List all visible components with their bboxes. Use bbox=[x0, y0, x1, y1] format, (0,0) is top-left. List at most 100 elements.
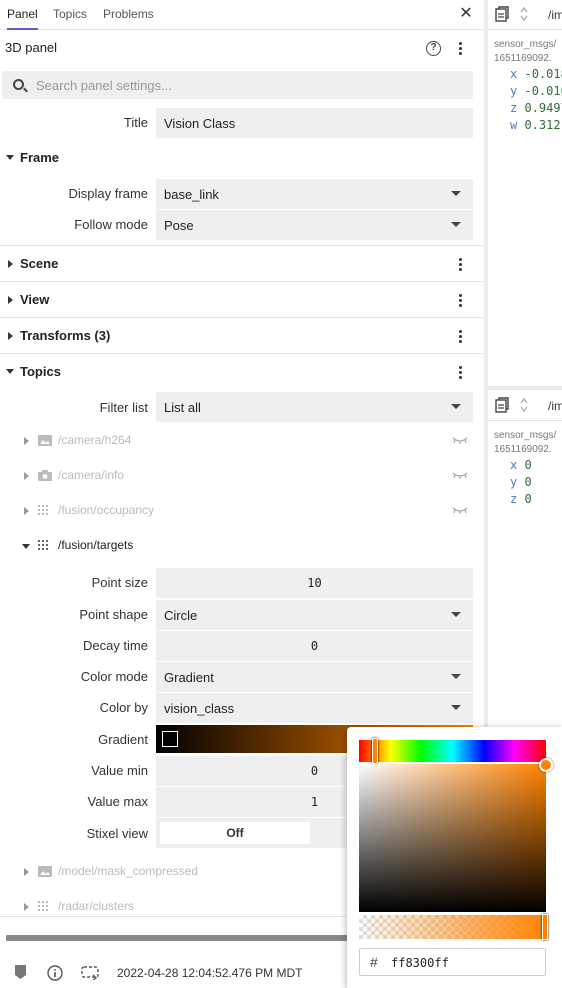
close-icon[interactable]: ✕ bbox=[457, 5, 475, 23]
eye-closed-icon[interactable] bbox=[452, 505, 468, 515]
eye-closed-icon[interactable] bbox=[452, 435, 468, 445]
tab-topics[interactable]: Topics bbox=[53, 0, 87, 30]
sidebar-tabs: Panel Topics Problems ✕ bbox=[0, 0, 484, 30]
filter-list-label: Filter list bbox=[99, 400, 148, 415]
topic-row[interactable]: /camera/info bbox=[0, 461, 484, 491]
message-type: sensor_msgs/ bbox=[494, 39, 557, 50]
tab-problems[interactable]: Problems bbox=[103, 0, 154, 30]
color-by-value: vision_class bbox=[164, 701, 235, 716]
message-type: sensor_msgs/ bbox=[494, 430, 557, 441]
value-max-label: Value max bbox=[87, 794, 148, 809]
chevron-right-icon bbox=[8, 332, 13, 340]
help-icon[interactable]: ? bbox=[426, 41, 441, 56]
decay-time-value: 0 bbox=[310, 639, 319, 653]
gradient-label: Gradient bbox=[98, 732, 148, 747]
chevron-right-icon bbox=[24, 437, 29, 445]
value-min-label: Value min bbox=[91, 763, 148, 778]
more-options-icon[interactable] bbox=[455, 258, 465, 272]
chevron-right-icon bbox=[24, 903, 29, 911]
chevron-right-icon bbox=[24, 507, 29, 515]
point-size-input[interactable]: 10 bbox=[156, 568, 473, 598]
section-scene[interactable]: Scene bbox=[0, 245, 484, 281]
field-row: w 0.312 bbox=[510, 118, 561, 132]
field-row: z 0.9497 bbox=[510, 101, 562, 115]
more-options-icon[interactable] bbox=[455, 366, 465, 380]
search-input[interactable]: Search panel settings... bbox=[2, 71, 473, 99]
topic-name: /fusion/targets bbox=[58, 538, 134, 552]
topic-row[interactable]: /camera/h264 bbox=[0, 426, 484, 456]
color-by-label: Color by bbox=[99, 700, 148, 715]
point-size-value: 10 bbox=[307, 576, 322, 590]
topic-row[interactable]: /fusion/occupancy bbox=[0, 496, 484, 526]
more-options-icon[interactable] bbox=[455, 330, 465, 344]
gradient-start-swatch[interactable] bbox=[162, 731, 178, 747]
field-row: y 0 bbox=[510, 475, 532, 489]
field-row: y -0.010 bbox=[510, 84, 562, 98]
section-topics[interactable]: Topics bbox=[0, 353, 484, 389]
grid-icon bbox=[38, 901, 48, 911]
panel-header: 3D panel ? bbox=[0, 30, 484, 66]
display-frame-select[interactable]: base_link bbox=[156, 179, 473, 209]
topic-name: /camera/info bbox=[58, 468, 125, 482]
hex-value: ff8300ff bbox=[391, 956, 449, 970]
saturation-handle[interactable] bbox=[539, 758, 553, 772]
section-view[interactable]: View bbox=[0, 281, 484, 317]
sort-icon[interactable] bbox=[519, 397, 529, 413]
title-field[interactable]: Vision Class bbox=[156, 108, 473, 138]
section-transforms[interactable]: Transforms (3) bbox=[0, 317, 484, 353]
bookmark-icon[interactable] bbox=[14, 964, 27, 980]
more-options-icon[interactable] bbox=[455, 42, 465, 56]
field-row: x 0 bbox=[510, 458, 532, 472]
raw-message-panel: sensor_msgs/ 1651169092. x -0.018 y -0.0… bbox=[488, 30, 562, 390]
follow-mode-select[interactable]: Pose bbox=[156, 210, 473, 240]
alpha-handle[interactable] bbox=[542, 914, 548, 940]
hue-handle[interactable] bbox=[372, 738, 378, 764]
display-frame-value: base_link bbox=[164, 187, 219, 202]
chevron-down-icon bbox=[451, 404, 461, 409]
tab-panel[interactable]: Panel bbox=[7, 0, 38, 30]
topic-name: /model/mask_compressed bbox=[58, 864, 199, 878]
chevron-right-icon bbox=[24, 868, 29, 876]
color-mode-label: Color mode bbox=[80, 669, 148, 684]
color-by-select[interactable]: vision_class bbox=[156, 693, 473, 723]
topic-path[interactable]: /im bbox=[548, 8, 562, 22]
title-label: Title bbox=[123, 115, 148, 130]
image-icon bbox=[38, 866, 52, 877]
point-size-label: Point size bbox=[91, 575, 148, 590]
search-icon bbox=[13, 79, 24, 90]
chevron-right-icon bbox=[24, 472, 29, 480]
topic-path[interactable]: /im bbox=[548, 399, 562, 413]
display-frame-label: Display frame bbox=[68, 186, 148, 201]
chevron-down-icon bbox=[451, 222, 461, 227]
more-options-icon[interactable] bbox=[455, 294, 465, 308]
point-shape-value: Circle bbox=[164, 608, 198, 623]
decay-time-input[interactable]: 0 bbox=[156, 631, 473, 661]
stixel-view-label: Stixel view bbox=[86, 826, 148, 841]
decay-time-label: Decay time bbox=[82, 638, 148, 653]
playback-scrubber[interactable] bbox=[6, 935, 351, 941]
filter-list-select[interactable]: List all bbox=[156, 392, 473, 422]
loop-icon[interactable] bbox=[81, 966, 99, 980]
info-icon[interactable] bbox=[47, 965, 63, 981]
chevron-down-icon bbox=[451, 674, 461, 679]
point-shape-select[interactable]: Circle bbox=[156, 600, 473, 630]
chevron-down-icon bbox=[6, 369, 14, 374]
topic-name: /radar/clusters bbox=[58, 899, 135, 913]
message-stamp: 1651169092. bbox=[494, 53, 552, 64]
sort-icon[interactable] bbox=[519, 6, 529, 22]
copy-icon[interactable] bbox=[495, 6, 509, 22]
search-placeholder: Search panel settings... bbox=[36, 78, 172, 93]
toggle-off-option[interactable]: Off bbox=[160, 822, 310, 844]
section-title: Topics bbox=[20, 364, 61, 379]
copy-icon[interactable] bbox=[495, 397, 509, 413]
topic-row-fusion-targets[interactable]: /fusion/targets bbox=[0, 531, 484, 561]
section-frame[interactable]: Frame bbox=[0, 140, 484, 176]
hue-slider[interactable] bbox=[359, 738, 546, 764]
saturation-area[interactable] bbox=[359, 764, 546, 912]
section-title: View bbox=[20, 292, 50, 307]
title-value: Vision Class bbox=[164, 116, 236, 131]
alpha-slider[interactable] bbox=[359, 915, 546, 939]
hex-input[interactable]: # ff8300ff bbox=[359, 948, 546, 976]
color-mode-select[interactable]: Gradient bbox=[156, 662, 473, 692]
eye-closed-icon[interactable] bbox=[452, 470, 468, 480]
